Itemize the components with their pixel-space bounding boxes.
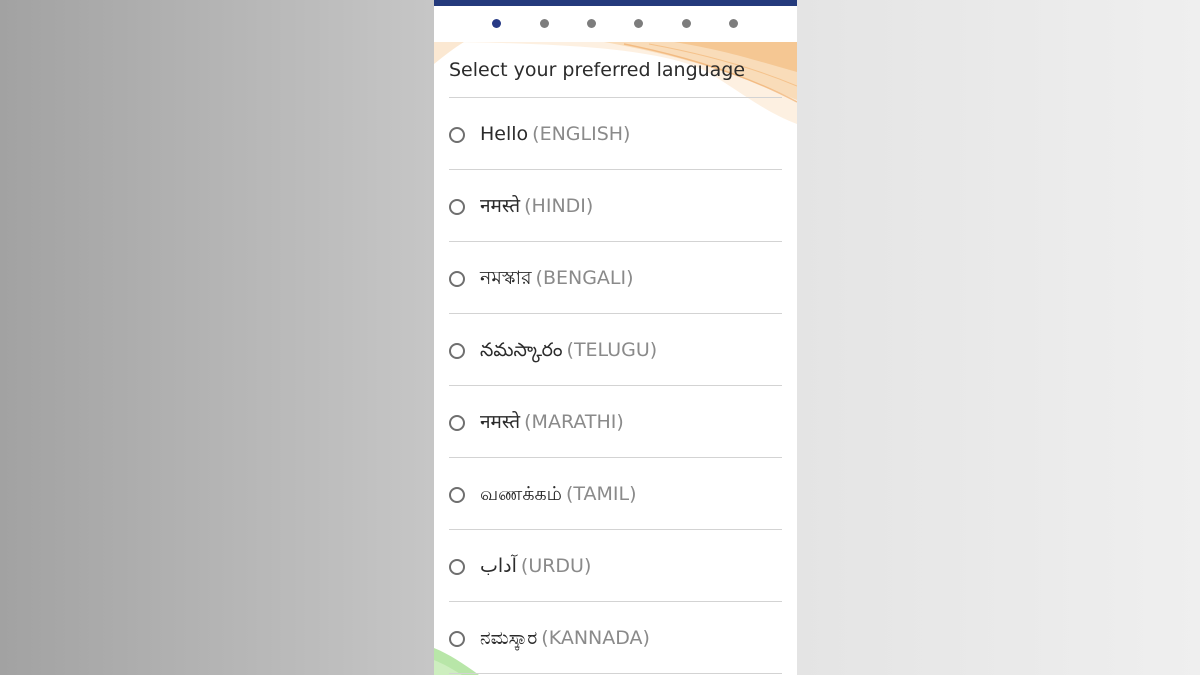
page-dot-4 (634, 19, 643, 28)
page-title: Select your preferred language (449, 42, 782, 98)
language-name: (URDU) (520, 555, 592, 577)
native-greeting: آداب (480, 555, 517, 577)
language-option-hindi[interactable]: नमस्ते (HINDI) (449, 170, 782, 242)
radio-button-icon[interactable] (449, 487, 465, 503)
language-option-urdu[interactable]: آداب (URDU) (449, 530, 782, 602)
native-greeting: నమస్కారం (480, 339, 563, 361)
native-greeting: ನಮಸ್ಕಾರ (480, 627, 538, 649)
language-selection: Select your preferred language Hello (ENG… (449, 42, 782, 674)
page-dot-5 (682, 19, 691, 28)
language-name: (BENGALI) (535, 267, 634, 289)
language-option-marathi[interactable]: नमस्ते (MARATHI) (449, 386, 782, 458)
language-option-label: नमस्ते (MARATHI) (480, 386, 624, 457)
language-option-label: ನಮಸ್ಕಾರ (KANNADA) (480, 602, 650, 673)
language-name: (HINDI) (524, 195, 594, 217)
radio-button-icon[interactable] (449, 199, 465, 215)
language-option-tamil[interactable]: வணக்கம் (TAMIL) (449, 458, 782, 530)
page-indicator (434, 6, 797, 42)
language-name: (ENGLISH) (532, 123, 631, 145)
page-dot-6 (729, 19, 738, 28)
page-dot-3 (587, 19, 596, 28)
native-greeting: नमस्ते (480, 411, 521, 433)
language-option-english[interactable]: Hello (ENGLISH) (449, 98, 782, 170)
native-greeting: வணக்கம் (480, 483, 562, 505)
native-greeting: নমস্কার (480, 267, 532, 289)
language-option-label: Hello (ENGLISH) (480, 98, 630, 169)
page-dot-1 (492, 19, 501, 28)
language-option-kannada[interactable]: ನಮಸ್ಕಾರ (KANNADA) (449, 602, 782, 674)
language-option-bengali[interactable]: নমস্কার (BENGALI) (449, 242, 782, 314)
page-dot-2 (540, 19, 549, 28)
radio-button-icon[interactable] (449, 559, 465, 575)
phone-screen: Select your preferred language Hello (ENG… (434, 0, 797, 675)
language-name: (TELUGU) (566, 339, 658, 361)
language-name: (TAMIL) (565, 483, 637, 505)
language-name: (MARATHI) (524, 411, 624, 433)
language-option-label: నమస్కారం (TELUGU) (480, 314, 657, 385)
language-option-label: नमस्ते (HINDI) (480, 170, 593, 241)
radio-button-icon[interactable] (449, 415, 465, 431)
native-greeting: Hello (480, 123, 529, 145)
language-option-label: নমস্কার (BENGALI) (480, 242, 634, 313)
language-option-telugu[interactable]: నమస్కారం (TELUGU) (449, 314, 782, 386)
language-name: (KANNADA) (541, 627, 650, 649)
radio-button-icon[interactable] (449, 127, 465, 143)
language-option-label: வணக்கம் (TAMIL) (480, 458, 637, 529)
language-option-label: آداب (URDU) (480, 530, 591, 601)
native-greeting: नमस्ते (480, 195, 521, 217)
radio-button-icon[interactable] (449, 343, 465, 359)
radio-button-icon[interactable] (449, 271, 465, 287)
radio-button-icon[interactable] (449, 631, 465, 647)
